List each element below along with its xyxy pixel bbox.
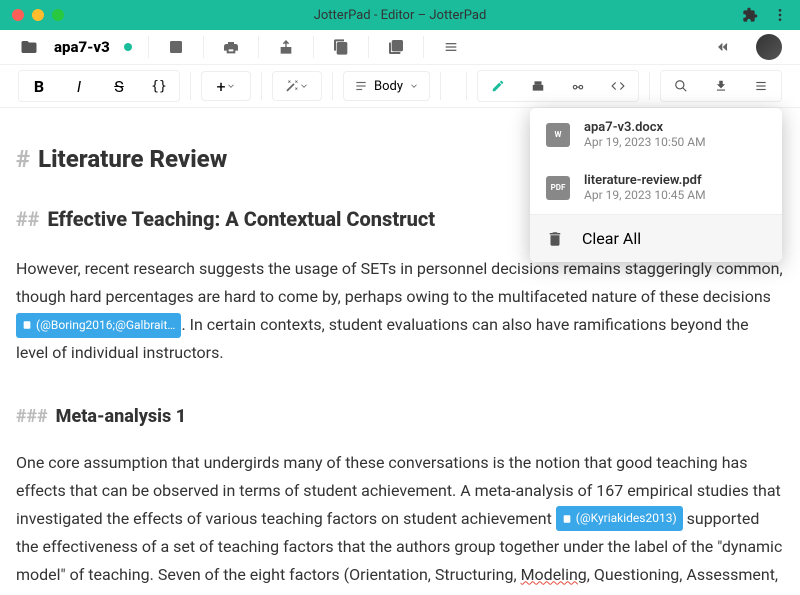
hamburger-button[interactable] [741, 71, 781, 101]
close-window[interactable] [12, 9, 24, 21]
download-icon [714, 79, 728, 93]
italic-button[interactable]: I [59, 71, 99, 101]
code-icon [610, 79, 626, 93]
insert-button[interactable]: + [201, 71, 251, 101]
list-icon [443, 39, 459, 55]
extension-icon[interactable] [742, 7, 758, 23]
paragraph-1: However, recent research suggests the us… [16, 255, 784, 367]
download-item-title: apa7-v3.docx [584, 120, 706, 135]
print-button[interactable] [220, 36, 242, 58]
bold-button[interactable]: B [19, 71, 59, 101]
folder-button[interactable] [18, 36, 40, 58]
minimize-window[interactable] [32, 9, 44, 21]
download-item-timestamp: Apr 19, 2023 10:45 AM [584, 188, 706, 202]
collapse-button[interactable] [712, 36, 734, 58]
file-toolbar: apa7-v3 [0, 30, 800, 64]
h2-mark: ## [16, 202, 39, 237]
save-icon [168, 39, 184, 55]
chevron-down-icon [226, 81, 236, 91]
h1-mark: # [16, 138, 30, 180]
wand-icon [285, 79, 299, 93]
share-icon [278, 39, 294, 55]
save-button[interactable] [165, 36, 187, 58]
search-icon [674, 79, 688, 93]
download-item[interactable]: PDF literature-review.pdf Apr 19, 2023 1… [530, 161, 782, 214]
spelling-error: Modeling [521, 565, 587, 584]
code-block-button[interactable]: {} [139, 71, 179, 101]
h3-title: Meta-analysis 1 [56, 401, 186, 433]
print-icon [223, 39, 239, 55]
download-item-timestamp: Apr 19, 2023 10:50 AM [584, 135, 706, 149]
pencil-icon [491, 79, 505, 93]
unsaved-indicator [124, 43, 132, 51]
h3-mark: ### [16, 401, 48, 433]
trash-icon [546, 230, 564, 248]
search-button[interactable] [661, 71, 701, 101]
user-avatar[interactable] [756, 34, 782, 60]
library-button[interactable] [385, 36, 407, 58]
download-button[interactable] [701, 71, 741, 101]
glasses-icon [570, 79, 586, 93]
citation-chip[interactable]: (@Kyriakides2013) [556, 506, 683, 531]
document-title: apa7-v3 [54, 38, 110, 56]
pdf-badge-icon: PDF [546, 176, 570, 200]
chevron-down-icon [299, 81, 309, 91]
maximize-window[interactable] [52, 9, 64, 21]
copy-icon [333, 39, 349, 55]
preview-button[interactable] [558, 71, 598, 101]
download-item-title: literature-review.pdf [584, 173, 706, 188]
hamburger-icon [754, 79, 768, 93]
share-button[interactable] [275, 36, 297, 58]
window-title: JotterPad - Editor – JotterPad [314, 8, 487, 23]
clear-all-label: Clear All [582, 229, 641, 248]
strikethrough-button[interactable]: S [99, 71, 139, 101]
downloads-dropdown: W apa7-v3.docx Apr 19, 2023 10:50 AM PDF… [530, 108, 782, 262]
magic-button[interactable] [272, 71, 322, 101]
paragraph-style-label: Body [374, 79, 403, 94]
folder-icon [20, 38, 38, 56]
paragraph-icon [354, 79, 368, 93]
window-controls [12, 9, 64, 21]
code-view-button[interactable] [598, 71, 638, 101]
copy-button[interactable] [330, 36, 352, 58]
h2-title: Effective Teaching: A Contextual Constru… [47, 202, 435, 237]
paragraph-2: One core assumption that undergirds many… [16, 449, 784, 595]
library-icon [388, 39, 404, 55]
download-item[interactable]: W apa7-v3.docx Apr 19, 2023 10:50 AM [530, 108, 782, 161]
paragraph-style-dropdown[interactable]: Body [343, 71, 430, 101]
chevron-down-icon [409, 81, 419, 91]
typewriter-button[interactable] [518, 71, 558, 101]
typewriter-icon [531, 79, 545, 93]
edit-mode-button[interactable] [478, 71, 518, 101]
docx-badge-icon: W [546, 123, 570, 147]
h1-title: Literature Review [38, 138, 227, 180]
format-toolbar: B I S {} + Body [0, 64, 800, 108]
titlebar: JotterPad - Editor – JotterPad [0, 0, 800, 30]
chevron-double-left-icon [715, 39, 731, 55]
list-button[interactable] [440, 36, 462, 58]
clear-all-button[interactable]: Clear All [530, 215, 782, 262]
kebab-menu-icon[interactable] [772, 7, 788, 23]
citation-chip[interactable]: (@Boring2016;@Galbrait… [16, 313, 181, 338]
